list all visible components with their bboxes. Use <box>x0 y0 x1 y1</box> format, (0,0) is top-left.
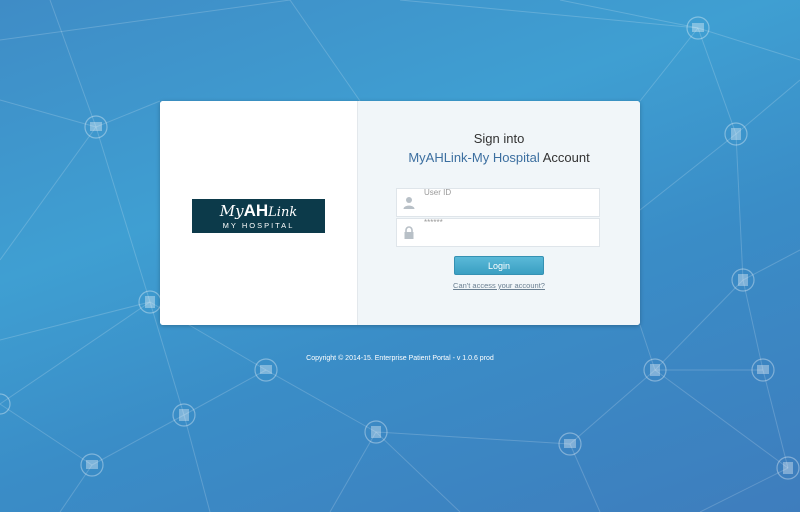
logo-my: My <box>219 202 244 220</box>
brand-name: MyAHLink-My Hospital <box>408 150 540 165</box>
logo-ah: AH <box>243 201 269 220</box>
password-input[interactable] <box>423 229 597 247</box>
user-id-field[interactable]: User ID <box>396 188 600 217</box>
login-button[interactable]: Login <box>454 256 544 275</box>
user-icon <box>403 197 415 209</box>
logo-link: Link <box>268 205 298 220</box>
password-placeholder: ****** <box>424 218 443 227</box>
cant-access-account-link[interactable]: Can't access your account? <box>358 281 640 290</box>
signin-panel: Sign into MyAHLink-My Hospital Account U… <box>358 101 640 325</box>
logo-wordmark: MyAHLink <box>192 201 325 221</box>
logo-subtitle: MY HOSPITAL <box>222 221 295 230</box>
account-label: Account <box>542 150 590 165</box>
signin-heading: Sign into <box>473 131 525 146</box>
login-card: MyAHLink MY HOSPITAL Sign into MyAHLink-… <box>160 101 640 325</box>
user-id-input[interactable] <box>423 199 597 217</box>
copyright-footer: Copyright © 2014-15. Enterprise Patient … <box>306 355 494 362</box>
user-id-placeholder: User ID <box>424 188 452 197</box>
logo-panel: MyAHLink MY HOSPITAL <box>160 101 358 325</box>
signin-subheading: MyAHLink-My Hospital Account <box>358 150 640 165</box>
password-field[interactable]: ****** <box>396 218 600 247</box>
lock-icon <box>404 226 414 239</box>
myahlink-logo: MyAHLink MY HOSPITAL <box>192 199 325 233</box>
